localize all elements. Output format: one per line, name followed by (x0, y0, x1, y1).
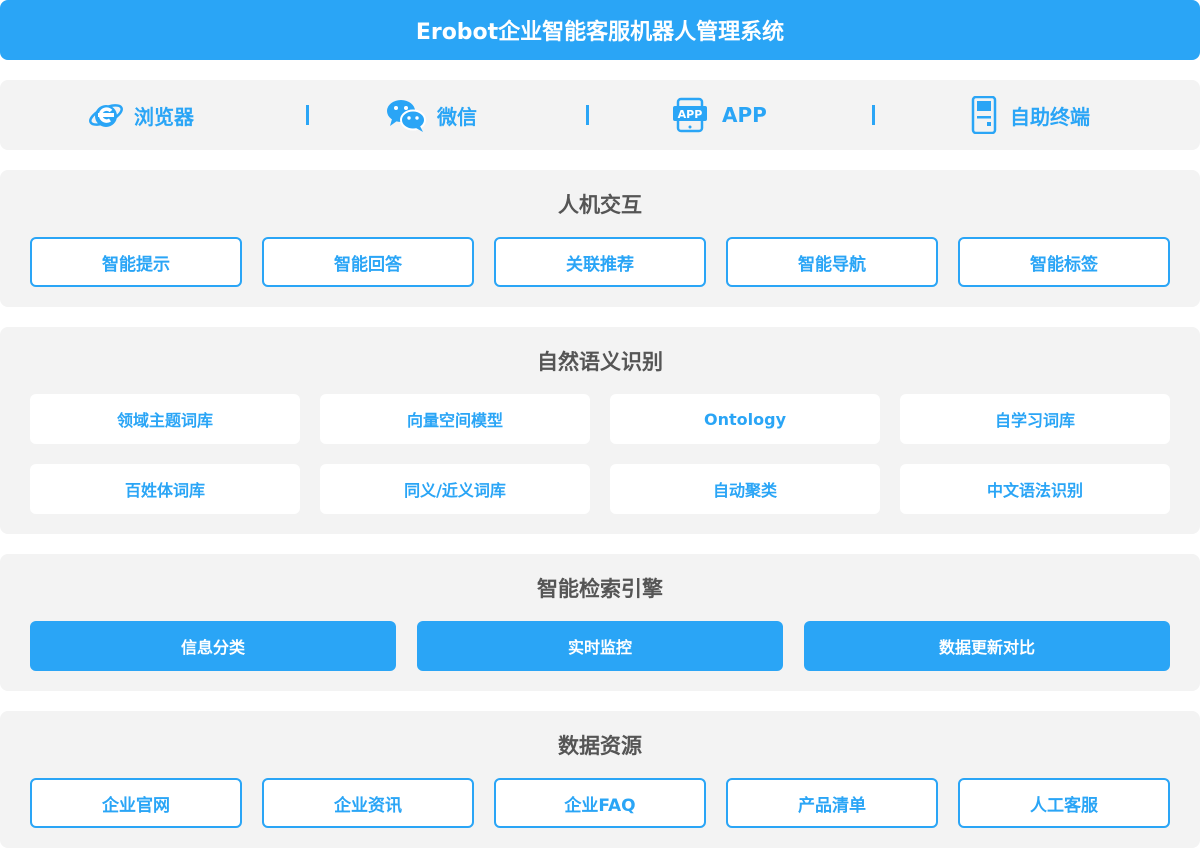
search-item-data-update-compare[interactable]: 数据更新对比 (804, 621, 1170, 671)
interaction-item-smart-hint[interactable]: 智能提示 (30, 237, 242, 287)
channel-label: 浏览器 (134, 104, 194, 129)
interaction-item-smart-tags[interactable]: 智能标签 (958, 237, 1170, 287)
interaction-title: 人机交互 (558, 193, 642, 217)
nlp-item-domain-lexicon[interactable]: 领域主题词库 (30, 394, 300, 444)
ie-browser-icon (88, 97, 124, 133)
search-item-realtime-monitor[interactable]: 实时监控 (417, 621, 783, 671)
nlp-item-vector-space-model[interactable]: 向量空间模型 (320, 394, 590, 444)
channel-kiosk[interactable]: 自助终端 (970, 80, 1090, 150)
interaction-item-related-recommend[interactable]: 关联推荐 (494, 237, 706, 287)
search-title: 智能检索引擎 (537, 577, 663, 601)
data-source-faq[interactable]: 企业FAQ (494, 778, 706, 828)
kiosk-terminal-icon (970, 96, 998, 134)
wechat-icon (385, 97, 427, 133)
nlp-item-chinese-grammar[interactable]: 中文语法识别 (900, 464, 1170, 514)
app-icon: APP (672, 97, 708, 133)
data-source-news[interactable]: 企业资讯 (262, 778, 474, 828)
channel-label: 微信 (437, 104, 477, 129)
search-item-classification[interactable]: 信息分类 (30, 621, 396, 671)
channel-app[interactable]: APP APP (672, 80, 767, 150)
svg-text:APP: APP (678, 108, 703, 121)
channel-wechat[interactable]: 微信 (385, 80, 477, 150)
nlp-item-self-learning-lexicon[interactable]: 自学习词库 (900, 394, 1170, 444)
interaction-item-smart-navigation[interactable]: 智能导航 (726, 237, 938, 287)
data-source-product-list[interactable]: 产品清单 (726, 778, 938, 828)
separator (872, 105, 875, 125)
data-sources-title: 数据资源 (558, 734, 642, 758)
channel-label: APP (722, 103, 767, 127)
data-source-official-site[interactable]: 企业官网 (30, 778, 242, 828)
separator (306, 105, 309, 125)
nlp-item-synonym-lexicon[interactable]: 同义/近义词库 (320, 464, 590, 514)
nlp-item-ontology[interactable]: Ontology (610, 394, 880, 444)
nlp-item-colloquial-lexicon[interactable]: 百姓体词库 (30, 464, 300, 514)
separator (586, 105, 589, 125)
nlp-title: 自然语义识别 (537, 350, 663, 374)
interaction-item-smart-answer[interactable]: 智能回答 (262, 237, 474, 287)
nlp-item-auto-clustering[interactable]: 自动聚类 (610, 464, 880, 514)
system-title: Erobot企业智能客服机器人管理系统 (0, 0, 1200, 60)
channel-browser[interactable]: 浏览器 (88, 80, 194, 150)
channel-label: 自助终端 (1010, 104, 1090, 129)
data-source-human-agent[interactable]: 人工客服 (958, 778, 1170, 828)
